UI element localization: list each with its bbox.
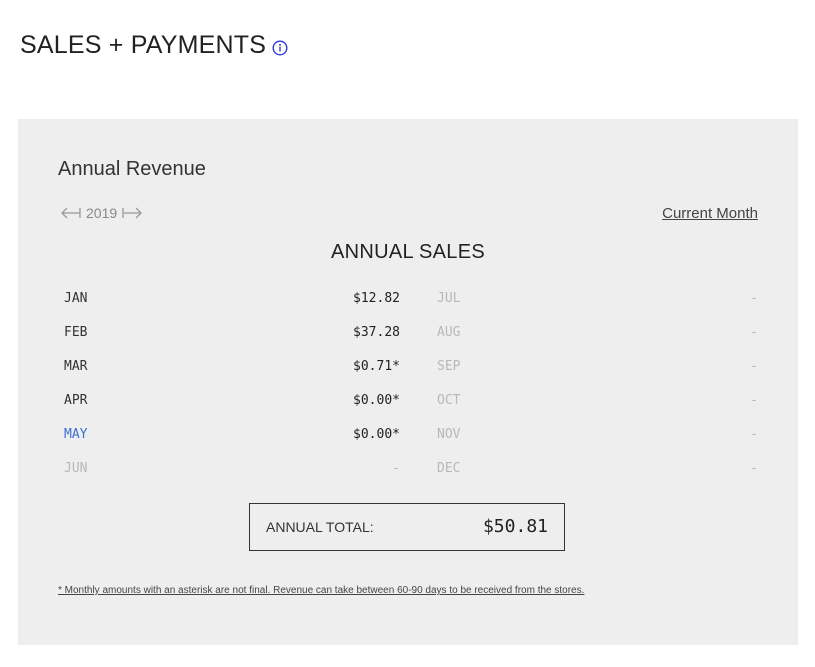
month-value-sep: - xyxy=(750,359,758,374)
month-value-feb: $37.28 xyxy=(353,325,400,340)
year-navigator: 2019 xyxy=(60,205,143,221)
month-label-aug: AUG xyxy=(437,325,461,340)
annual-total-value: $50.81 xyxy=(482,516,548,537)
annual-revenue-panel: Annual Revenue 2019 Current Month ANNUAL… xyxy=(18,119,798,645)
month-value-jun: - xyxy=(392,461,400,476)
month-value-jan: $12.82 xyxy=(353,291,400,306)
month-value-may: $0.00* xyxy=(353,427,400,442)
info-icon[interactable] xyxy=(272,34,288,56)
month-value-dec: - xyxy=(750,461,758,476)
month-label-may: MAY xyxy=(64,427,88,442)
month-label-jul: JUL xyxy=(437,291,461,306)
month-label-apr: APR xyxy=(64,393,88,408)
page-title: SALES + PAYMENTS xyxy=(20,31,288,60)
annual-total-label: ANNUAL TOTAL: xyxy=(266,519,374,535)
current-month-link[interactable]: Current Month xyxy=(662,205,758,222)
annual-sales-heading: ANNUAL SALES xyxy=(330,241,486,263)
month-label-nov: NOV xyxy=(437,427,461,442)
month-label-mar: MAR xyxy=(64,359,88,374)
annual-total-box: ANNUAL TOTAL: $50.81 xyxy=(249,503,565,551)
month-label-jan: JAN xyxy=(64,291,88,306)
section-title: Annual Revenue xyxy=(58,158,206,180)
month-value-jul: - xyxy=(750,291,758,306)
month-value-oct: - xyxy=(750,393,758,408)
footnote: * Monthly amounts with an asterisk are n… xyxy=(58,585,585,596)
month-label-dec: DEC xyxy=(437,461,461,476)
month-label-oct: OCT xyxy=(437,393,461,408)
month-value-mar: $0.71* xyxy=(353,359,400,374)
page-title-text: SALES + PAYMENTS xyxy=(20,31,267,59)
month-value-apr: $0.00* xyxy=(353,393,400,408)
next-year-icon[interactable] xyxy=(121,206,143,220)
month-label-sep: SEP xyxy=(437,359,461,374)
year-label: 2019 xyxy=(86,205,118,221)
previous-year-icon[interactable] xyxy=(60,206,82,220)
month-value-nov: - xyxy=(750,427,758,442)
month-label-jun: JUN xyxy=(64,461,88,476)
month-label-feb: FEB xyxy=(64,325,88,340)
month-value-aug: - xyxy=(750,325,758,340)
